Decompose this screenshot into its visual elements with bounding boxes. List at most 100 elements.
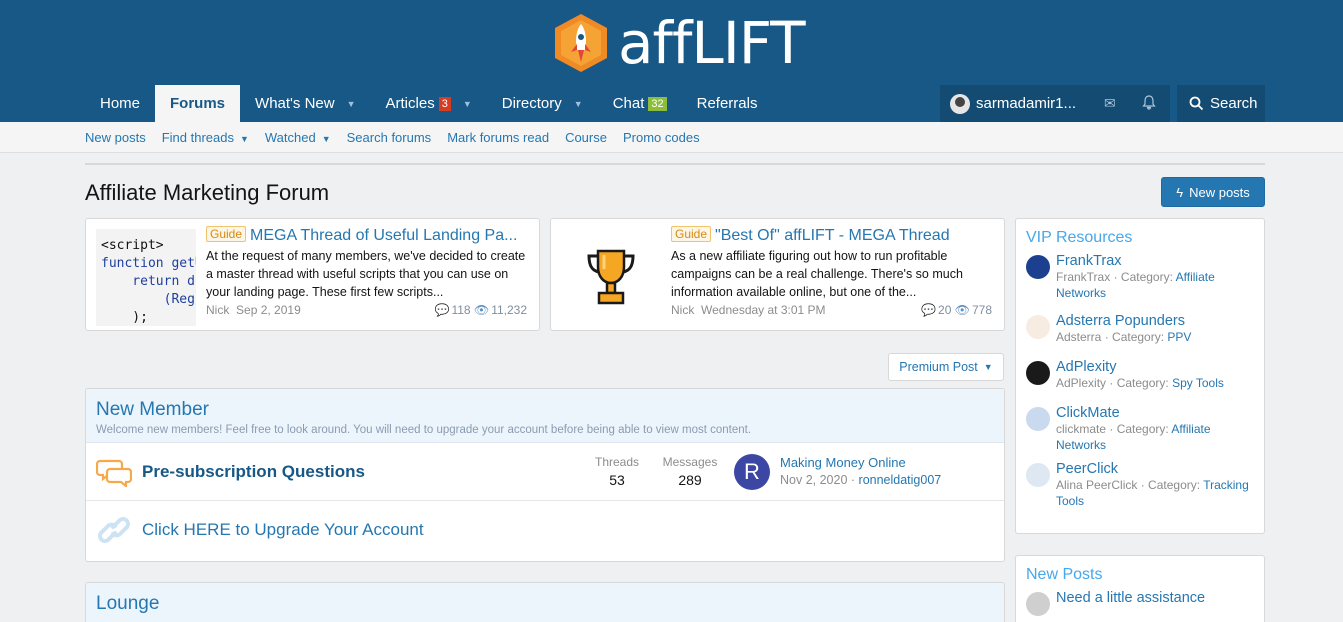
last-post-title[interactable]: Making Money Online [780, 455, 906, 470]
resource-name[interactable]: ClickMate [1056, 405, 1254, 421]
nav-whats-new-label: What's New [255, 95, 335, 112]
link-icon [98, 517, 130, 543]
chevron-down-icon[interactable]: ▼ [322, 134, 331, 144]
nav-forums-label: Forums [170, 95, 226, 112]
category-prefix: Category: [1112, 330, 1165, 344]
vip-resources-widget: VIP Resources FrankTrax FrankTrax · Cate… [1015, 218, 1265, 534]
category-header: New Member Welcome new members! Feel fre… [86, 389, 1004, 443]
category-description: Welcome new members! Feel free to look a… [96, 424, 752, 436]
chevron-down-icon[interactable]: ▼ [347, 99, 356, 109]
nav-chat-label: Chat [612, 95, 645, 112]
forum-title[interactable]: Pre-subscription Questions [142, 462, 365, 482]
resource-author[interactable]: FrankTrax [1056, 270, 1110, 284]
resource-name[interactable]: PeerClick [1056, 461, 1254, 477]
resource-author[interactable]: clickmate [1056, 422, 1106, 436]
nav-directory-label: Directory [501, 95, 562, 112]
chevron-down-icon[interactable]: ▼ [574, 99, 583, 109]
resource-avatar[interactable] [1026, 255, 1050, 279]
user-avatar[interactable] [950, 93, 970, 114]
bell-icon[interactable] [1142, 94, 1156, 113]
username[interactable]: sarmadamir1... [976, 95, 1076, 112]
nav-forums[interactable]: Forums [155, 85, 241, 122]
page-title: Affiliate Marketing Forum [85, 180, 330, 205]
upgrade-account-link[interactable]: Click HERE to Upgrade Your Account [142, 520, 424, 540]
new-posts-label: New posts [1189, 184, 1250, 200]
nav-directory[interactable]: Directory ▼ [487, 85, 598, 122]
category-prefix: Category: [1116, 376, 1169, 390]
category-title[interactable]: Lounge [96, 593, 994, 615]
featured-title-text[interactable]: "Best Of" affLIFT - MEGA Thread [715, 227, 950, 244]
subnav-course[interactable]: Course [565, 130, 607, 145]
subnav-promo-codes[interactable]: Promo codes [623, 130, 700, 145]
featured-title-text[interactable]: MEGA Thread of Useful Landing Pa... [250, 227, 517, 244]
nav-home[interactable]: Home [85, 85, 155, 122]
resource-item: PeerClick Alina PeerClick · Category: Tr… [1016, 461, 1264, 509]
resource-name[interactable]: FrankTrax [1056, 253, 1254, 269]
chevron-down-icon[interactable]: ▼ [240, 134, 249, 144]
forum-node: Click HERE to Upgrade Your Account [86, 501, 1004, 559]
resource-category[interactable]: Spy Tools [1172, 376, 1224, 390]
featured-thread-card[interactable]: Guide "Best Of" affLIFT - MEGA Thread As … [550, 218, 1005, 331]
new-posts-button[interactable]: ϟ New posts [1161, 177, 1265, 207]
resource-meta: Adsterra · Category: PPV [1056, 330, 1192, 344]
resource-avatar[interactable] [1026, 315, 1050, 339]
resource-category[interactable]: PPV [1167, 330, 1191, 344]
subnav-mark-forums-read[interactable]: Mark forums read [447, 130, 549, 145]
avatar[interactable]: R [734, 454, 770, 490]
widget-title[interactable]: New Posts [1016, 556, 1264, 590]
resource-author[interactable]: AdPlexity [1056, 376, 1106, 390]
threads-stat: Threads 53 [582, 455, 652, 488]
subnav-find-threads[interactable]: Find threads ▼ [162, 130, 249, 145]
search-button[interactable]: Search [1177, 85, 1265, 122]
last-post-user[interactable]: ronneldatig007 [859, 473, 942, 487]
subnav-new-posts[interactable]: New posts [85, 130, 146, 145]
author-name[interactable]: Nick [671, 303, 694, 317]
resource-author[interactable]: Alina PeerClick [1056, 478, 1137, 492]
premium-post-button[interactable]: Premium Post ▼ [888, 353, 1004, 381]
category-title[interactable]: New Member [96, 399, 994, 421]
resource-author[interactable]: Adsterra [1056, 330, 1101, 344]
nav-chat[interactable]: Chat 32 [598, 85, 682, 122]
reply-count: 118 [451, 303, 471, 317]
subnav-watched[interactable]: Watched ▼ [265, 130, 331, 145]
new-post-title[interactable]: Need a little assistance [1056, 590, 1254, 606]
code-thumbnail: <script> function getU return d (Reg ); [96, 229, 196, 326]
chevron-down-icon[interactable]: ▼ [463, 99, 472, 109]
last-post-date[interactable]: Nov 2, 2020 [780, 473, 847, 487]
premium-post-label: Premium Post [899, 360, 978, 374]
envelope-icon[interactable]: ✉ [1104, 95, 1116, 112]
trophy-icon [587, 249, 635, 304]
featured-meta: Nick Sep 2, 2019 💬 118 👁 11,232 [206, 303, 527, 317]
user-area: sarmadamir1... ✉ [940, 85, 1170, 122]
resource-avatar[interactable] [1026, 361, 1050, 385]
featured-title[interactable]: Guide "Best Of" affLIFT - MEGA Thread [671, 226, 992, 245]
nav-whats-new[interactable]: What's New ▼ [240, 85, 370, 122]
site-header: affLIFT Home Forums What's New ▼ Articles… [0, 0, 1343, 122]
articles-count-badge: 3 [438, 96, 451, 111]
resource-avatar[interactable] [1026, 463, 1050, 487]
code-line: <script> [101, 238, 164, 253]
featured-thread-card[interactable]: <script> function getU return d (Reg ); G… [85, 218, 540, 331]
post-date[interactable]: Wednesday at 3:01 PM [701, 303, 826, 317]
search-label: Search [1210, 95, 1258, 112]
chat-bubbles-icon [96, 459, 132, 487]
avatar[interactable] [1026, 592, 1050, 616]
threads-label: Threads [594, 455, 640, 469]
featured-title[interactable]: Guide MEGA Thread of Useful Landing Pa... [206, 226, 527, 245]
site-logo[interactable]: affLIFT [550, 8, 806, 78]
widget-title[interactable]: VIP Resources [1016, 219, 1264, 253]
subnav-search-forums[interactable]: Search forums [347, 130, 432, 145]
code-line: ); [101, 310, 148, 325]
subnav-watched-label: Watched [264, 130, 316, 145]
resource-meta: Alina PeerClick · Category: Tracking Too… [1056, 478, 1249, 508]
category-prefix: Category: [1120, 270, 1173, 284]
resource-name[interactable]: AdPlexity [1056, 359, 1254, 375]
post-date[interactable]: Sep 2, 2019 [236, 303, 301, 317]
category-prefix: Category: [1148, 478, 1201, 492]
resource-name[interactable]: Adsterra Popunders [1056, 313, 1254, 329]
eye-icon: 👁 [473, 303, 490, 317]
resource-avatar[interactable] [1026, 407, 1050, 431]
nav-articles[interactable]: Articles 3 ▼ [371, 85, 487, 122]
nav-referrals[interactable]: Referrals [682, 85, 773, 122]
author-name[interactable]: Nick [206, 303, 229, 317]
